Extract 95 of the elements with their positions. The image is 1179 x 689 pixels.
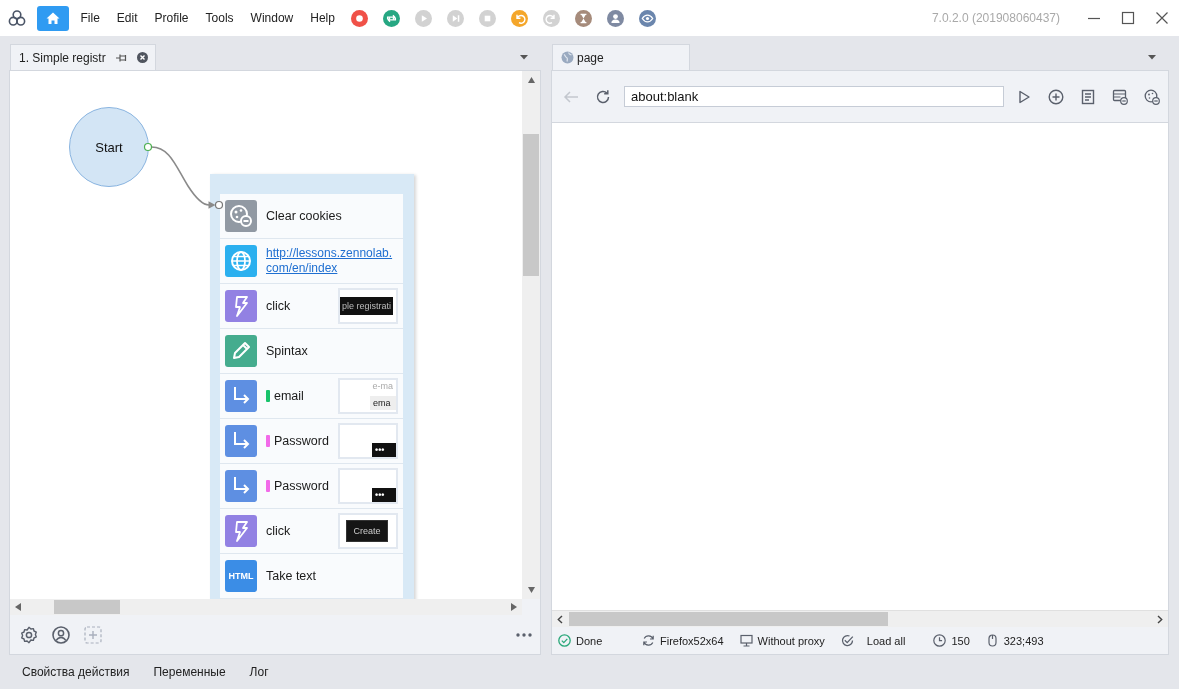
globe-icon [225,245,257,277]
address-field[interactable]: about:blank [624,86,1004,107]
menu-item[interactable]: File [72,6,109,30]
status-text: 150 [951,634,970,647]
scroll-right-icon[interactable] [511,603,517,611]
lightning-icon [225,515,257,547]
action-label: Password [274,434,329,448]
document-icon[interactable] [1080,88,1096,105]
cookie-minus-icon [225,200,257,232]
action-block[interactable]: Password ••• [220,419,403,464]
action-label: Clear cookies [266,209,342,223]
preview-caption: e-ma [372,381,393,391]
scrollbar-thumb[interactable] [523,134,539,276]
preview-password-field: ••• [372,488,396,502]
refresh-icon[interactable] [595,88,611,105]
list-minus-icon[interactable] [1112,88,1128,105]
monitor-icon [739,634,753,647]
vertical-scrollbar[interactable] [522,71,540,599]
scroll-up-icon[interactable] [528,77,535,83]
plus-circle-icon[interactable] [1048,88,1064,105]
scroll-down-icon[interactable] [528,587,535,593]
horizontal-scrollbar[interactable] [552,611,1168,627]
panel-tab[interactable]: Свойства действия [10,661,142,683]
scroll-left-icon[interactable] [557,615,563,624]
check-icon [840,634,854,647]
logo-icon [8,9,26,27]
action-label: Spintax [266,344,308,358]
action-block[interactable]: Password ••• [220,464,403,509]
dropdown-caret-icon[interactable] [1148,54,1156,60]
action-label: Password [274,479,329,493]
action-block[interactable]: click Create [220,509,403,554]
horizontal-scrollbar[interactable] [10,599,522,615]
record-icon[interactable] [351,9,369,27]
scrollbar-thumb[interactable] [569,612,888,626]
menu-item[interactable]: Window [242,6,302,30]
home-button[interactable] [37,5,69,31]
action-label: click [266,524,291,538]
action-block[interactable]: Clear cookies [220,194,403,239]
html-tile: HTML [225,560,257,592]
clock-icon [933,634,947,647]
repeat-icon[interactable] [383,9,401,27]
output-port[interactable] [143,142,153,152]
cookie-minus-icon[interactable] [1144,88,1160,105]
scrollbar-thumb[interactable] [54,600,120,614]
close-icon[interactable] [136,52,148,63]
action-block[interactable]: click ple registrati [220,284,403,329]
mouse-icon [985,634,999,647]
play-icon[interactable] [1016,88,1032,105]
action-block[interactable]: email e-ma ema [220,374,403,419]
lightning-icon [225,290,257,322]
action-block[interactable]: HTML Take text [220,554,403,599]
close-icon[interactable] [1155,11,1169,25]
status-text: 323;493 [1003,634,1044,647]
panel-tab[interactable]: Переменные [141,661,238,683]
preview-banner: ple registrati [340,297,394,315]
action-label: click [266,299,291,313]
user-icon[interactable] [607,9,625,27]
action-label: email [274,389,304,403]
pencil-icon [225,335,257,367]
action-block[interactable]: http://lessons.zennolab.com/en/index [220,239,403,284]
version-text: 7.0.2.0 (201908060437) [931,11,1060,25]
dropdown-caret-icon[interactable] [520,54,528,60]
connector-arrow [150,146,216,209]
status-text: Without proxy [757,634,825,647]
scroll-right-icon[interactable] [1157,615,1163,624]
browser-tab[interactable]: page [552,44,690,70]
preview-button: Create [346,520,388,542]
globe-icon [561,51,574,64]
more-icon[interactable] [516,632,532,637]
start-node[interactable]: Start [69,107,149,187]
status-text: Load all [866,634,906,647]
input-port[interactable] [214,200,224,210]
menu-item[interactable]: Edit [108,6,147,30]
sync-icon [642,634,655,647]
scroll-left-icon[interactable] [15,603,21,611]
home-icon [45,11,61,25]
menu-item[interactable]: Tools [197,6,243,30]
check-circle-icon [558,634,571,647]
action-block[interactable]: Spintax [220,329,403,374]
eye-icon[interactable] [639,9,657,27]
project-tab[interactable]: 1. Simple registr [10,44,156,70]
menu-item[interactable]: Profile [146,6,198,30]
gear-icon[interactable] [20,625,38,644]
url-link[interactable]: http://lessons.zennolab.com/en/index [266,246,398,276]
menu-item[interactable]: Help [301,6,344,30]
status-text: Done [576,634,603,647]
hourglass-icon[interactable] [575,9,593,27]
maximize-icon[interactable] [1121,11,1135,25]
action-label: Take text [266,569,317,583]
preview-field: ema [370,396,396,410]
user-circle-icon[interactable] [52,625,70,644]
pin-icon[interactable] [114,52,127,63]
panel-tab[interactable]: Лог [237,661,281,683]
preview-password-field: ••• [372,443,396,457]
status-text: Firefox52x64 [660,634,724,647]
